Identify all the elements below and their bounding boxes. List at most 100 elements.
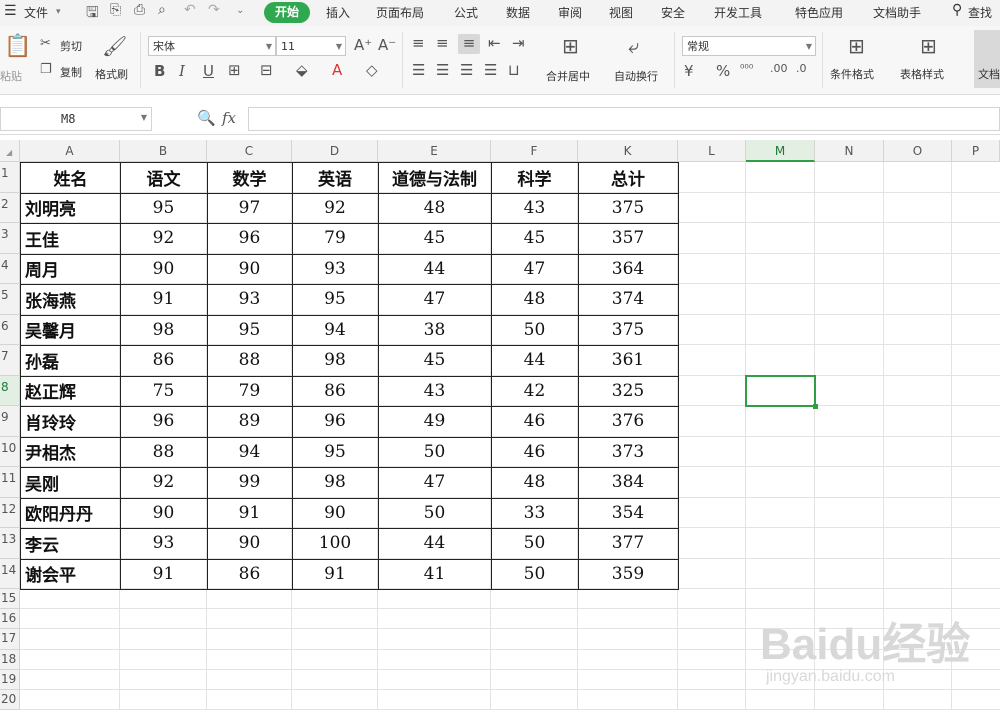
undo-icon[interactable]: ↶ — [184, 2, 196, 18]
decrease-font-icon[interactable]: A⁻ — [378, 36, 396, 54]
score-cell[interactable]: 97 — [207, 192, 293, 224]
score-cell[interactable]: 49 — [378, 406, 492, 438]
score-cell[interactable]: 92 — [292, 192, 379, 224]
row-header-15[interactable]: 15 — [0, 589, 20, 610]
score-cell[interactable]: 96 — [207, 223, 293, 255]
column-header-n[interactable]: N — [815, 140, 884, 162]
column-header-m[interactable]: M — [746, 140, 815, 162]
score-cell[interactable]: 47 — [378, 284, 492, 316]
score-cell[interactable]: 44 — [378, 253, 492, 285]
score-cell[interactable]: 90 — [207, 253, 293, 285]
score-cell[interactable]: 325 — [578, 375, 679, 407]
cell-style-icon[interactable]: ⊟ — [260, 61, 273, 79]
column-header-e[interactable]: E — [378, 140, 491, 162]
table-header-cell[interactable]: 总计 — [578, 162, 679, 194]
score-cell[interactable]: 92 — [120, 223, 208, 255]
score-cell[interactable]: 98 — [120, 314, 208, 346]
tab-special-apps[interactable]: 特色应用 — [795, 4, 843, 21]
italic-icon[interactable]: I — [179, 62, 185, 80]
tab-page-layout[interactable]: 页面布局 — [376, 4, 424, 21]
align-top-icon[interactable]: ≡ — [412, 34, 425, 52]
score-cell[interactable]: 359 — [578, 558, 679, 590]
bold-icon[interactable]: B — [154, 62, 165, 80]
column-header-c[interactable]: C — [207, 140, 292, 162]
export-icon[interactable]: ⎘ — [110, 2, 121, 18]
student-name-cell[interactable]: 肖玲玲 — [20, 406, 121, 438]
table-header-cell[interactable]: 道德与法制 — [378, 162, 492, 194]
score-cell[interactable]: 86 — [120, 345, 208, 377]
score-cell[interactable]: 44 — [491, 345, 579, 377]
row-header-18[interactable]: 18 — [0, 649, 20, 670]
fill-handle[interactable] — [813, 404, 818, 409]
score-cell[interactable]: 96 — [292, 406, 379, 438]
justify-icon[interactable]: ☰ — [484, 61, 497, 79]
score-cell[interactable]: 50 — [491, 528, 579, 560]
score-cell[interactable]: 79 — [292, 223, 379, 255]
row-header-14[interactable]: 14 — [0, 558, 20, 589]
save-icon[interactable]: 🖫 — [86, 2, 99, 27]
cut-button[interactable]: 剪切 — [60, 38, 82, 54]
row-header-3[interactable]: 3 — [0, 223, 20, 254]
align-middle-icon[interactable]: ≡ — [436, 34, 449, 52]
column-header-d[interactable]: D — [292, 140, 378, 162]
customize-toolbar-icon[interactable]: ⌄ — [236, 5, 244, 16]
student-name-cell[interactable]: 张海燕 — [20, 284, 121, 316]
align-left-icon[interactable]: ☰ — [412, 61, 425, 79]
table-style-icon[interactable]: ⊞ — [920, 34, 937, 58]
row-header-13[interactable]: 13 — [0, 528, 20, 559]
score-cell[interactable]: 90 — [207, 528, 293, 560]
tab-security[interactable]: 安全 — [661, 4, 685, 21]
row-header-12[interactable]: 12 — [0, 497, 20, 528]
table-header-cell[interactable]: 英语 — [292, 162, 379, 194]
score-cell[interactable]: 48 — [491, 467, 579, 499]
column-header-p[interactable]: P — [952, 140, 1000, 162]
tab-insert[interactable]: 插入 — [326, 4, 350, 21]
row-header-5[interactable]: 5 — [0, 284, 20, 315]
copy-button[interactable]: 复制 — [60, 64, 82, 80]
score-cell[interactable]: 93 — [120, 528, 208, 560]
score-cell[interactable]: 46 — [491, 436, 579, 468]
score-cell[interactable]: 89 — [207, 406, 293, 438]
thousands-separator-icon[interactable]: ⁰⁰⁰ — [740, 62, 753, 75]
student-name-cell[interactable]: 欧阳丹丹 — [20, 497, 121, 529]
score-cell[interactable]: 43 — [491, 192, 579, 224]
fx-icon[interactable]: fx — [222, 109, 236, 127]
format-painter-icon[interactable]: 🖌 — [102, 34, 127, 58]
score-cell[interactable]: 79 — [207, 375, 293, 407]
score-cell[interactable]: 95 — [292, 284, 379, 316]
score-cell[interactable]: 361 — [578, 345, 679, 377]
format-painter-button[interactable]: 格式刷 — [95, 66, 128, 82]
merge-icon[interactable]: ⊞ — [562, 34, 579, 58]
score-cell[interactable]: 88 — [120, 436, 208, 468]
score-cell[interactable]: 375 — [578, 192, 679, 224]
tab-data[interactable]: 数据 — [506, 4, 530, 21]
score-cell[interactable]: 91 — [292, 558, 379, 590]
table-header-cell[interactable]: 姓名 — [20, 162, 121, 194]
name-box[interactable]: M8 ▼ — [0, 107, 152, 131]
active-cell[interactable] — [745, 374, 816, 407]
score-cell[interactable]: 98 — [292, 467, 379, 499]
score-cell[interactable]: 86 — [292, 375, 379, 407]
select-all-corner[interactable]: ◢ — [0, 140, 20, 162]
score-cell[interactable]: 47 — [378, 467, 492, 499]
indent-decrease-icon[interactable]: ⇤ — [488, 34, 501, 52]
tab-review[interactable]: 审阅 — [558, 4, 582, 21]
tab-view[interactable]: 视图 — [609, 4, 633, 21]
wrap-text-button[interactable]: 自动换行 — [614, 68, 658, 84]
score-cell[interactable]: 75 — [120, 375, 208, 407]
row-header-10[interactable]: 10 — [0, 436, 20, 467]
score-cell[interactable]: 45 — [491, 223, 579, 255]
number-format-select[interactable]: 常规 ▼ — [682, 36, 816, 56]
student-name-cell[interactable]: 赵正辉 — [20, 375, 121, 407]
score-cell[interactable]: 33 — [491, 497, 579, 529]
score-cell[interactable]: 96 — [120, 406, 208, 438]
fill-color-icon[interactable]: ⬙ — [296, 61, 308, 79]
student-name-cell[interactable]: 谢会平 — [20, 558, 121, 590]
student-name-cell[interactable]: 吴刚 — [20, 467, 121, 499]
score-cell[interactable]: 100 — [292, 528, 379, 560]
row-header-1[interactable]: 1 — [0, 162, 20, 193]
score-cell[interactable]: 50 — [491, 558, 579, 590]
score-cell[interactable]: 50 — [491, 314, 579, 346]
student-name-cell[interactable]: 王佳 — [20, 223, 121, 255]
score-cell[interactable]: 90 — [292, 497, 379, 529]
